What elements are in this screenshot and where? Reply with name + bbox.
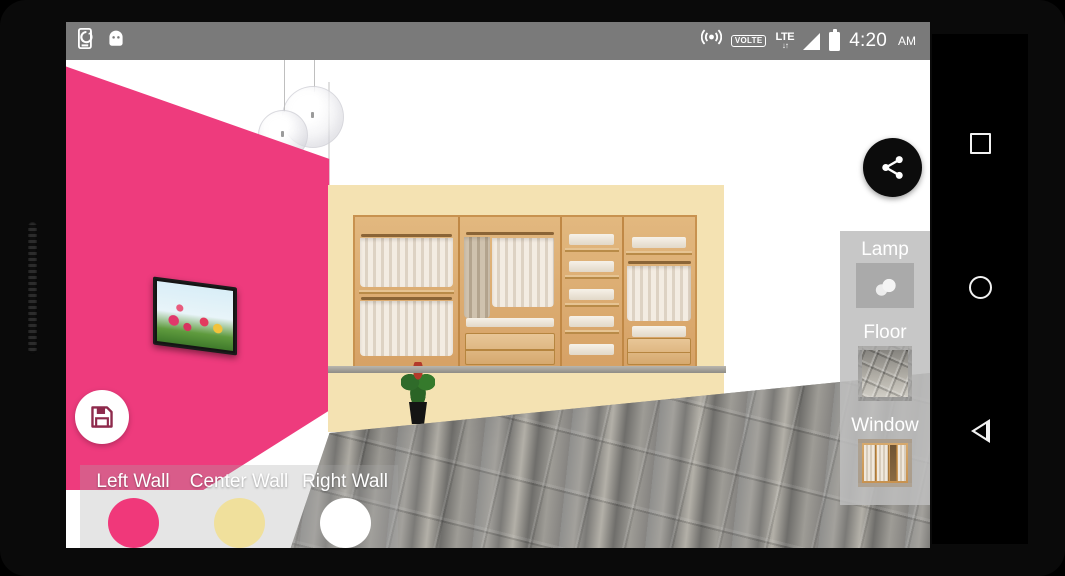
wall-option-label: Center Wall <box>189 471 289 492</box>
android-nav-bar <box>932 34 1028 544</box>
lte-icon: LTE ↓↑ <box>775 31 795 50</box>
wall-color-swatch[interactable] <box>319 498 371 548</box>
status-bar-right-icons: VOLTE LTE ↓↑ 4:20 AM <box>700 28 916 54</box>
pendant-lamp-cord <box>284 60 286 112</box>
wall-option-right[interactable]: Right Wall <box>292 465 398 548</box>
tv-screen-image <box>157 280 233 352</box>
phone-screen: VOLTE LTE ↓↑ 4:20 AM Lamp Floor Window L… <box>66 22 930 548</box>
floor-baseboard <box>328 366 726 373</box>
device-frame: VOLTE LTE ↓↑ 4:20 AM Lamp Floor Window L… <box>0 0 1065 576</box>
status-bar-left-icons <box>77 27 125 54</box>
plant-pot <box>409 402 427 424</box>
volte-icon: VOLTE <box>730 35 767 47</box>
wall-color-swatch[interactable] <box>213 498 265 548</box>
android-head-icon <box>107 30 125 52</box>
lamp-thumbnail[interactable] <box>856 263 914 308</box>
wall-option-label: Right Wall <box>302 471 388 492</box>
circle-icon <box>968 275 992 299</box>
tv-on-wall[interactable] <box>153 276 237 356</box>
home-button[interactable] <box>963 270 997 304</box>
center-wall-surface[interactable] <box>328 185 724 432</box>
wall-color-swatch[interactable] <box>107 498 159 548</box>
status-bar-ampm: AM <box>898 34 916 48</box>
wardrobe-image[interactable] <box>353 215 697 372</box>
signal-icon <box>803 32 821 50</box>
room-preview[interactable]: Lamp Floor Window Left Wall Center Wall … <box>66 60 930 548</box>
panel-item-label: Window <box>851 415 919 436</box>
floor-thumbnail[interactable] <box>858 346 912 401</box>
panel-item-label: Lamp <box>861 239 909 260</box>
share-button[interactable] <box>863 138 922 197</box>
status-bar-clock: 4:20 <box>849 30 887 51</box>
wardrobe-section <box>562 217 624 370</box>
status-bar: VOLTE LTE ↓↑ 4:20 AM <box>66 22 930 60</box>
wall-option-label: Left Wall <box>96 471 170 492</box>
hotspot-icon <box>700 28 723 54</box>
share-icon <box>882 156 903 179</box>
triangle-back-icon <box>970 419 990 443</box>
panel-item-lamp[interactable]: Lamp <box>840 237 930 318</box>
object-panel: Lamp Floor Window <box>840 231 930 505</box>
speaker-grille <box>28 222 37 354</box>
wardrobe-section <box>355 217 461 370</box>
battery-icon <box>829 29 841 51</box>
phone-sync-icon <box>77 27 95 54</box>
recents-button[interactable] <box>963 126 997 160</box>
back-button[interactable] <box>963 414 997 448</box>
panel-item-floor[interactable]: Floor <box>840 320 930 411</box>
wardrobe-section <box>460 217 563 370</box>
save-icon <box>91 406 113 428</box>
panel-item-label: Floor <box>863 322 907 343</box>
wall-option-center[interactable]: Center Wall <box>186 465 292 548</box>
wall-selector-bar: Left Wall Center Wall Right Wall <box>66 465 930 548</box>
square-icon <box>969 132 991 154</box>
wall-option-left[interactable]: Left Wall <box>80 465 186 548</box>
save-button[interactable] <box>75 390 129 444</box>
wardrobe-section <box>623 217 695 370</box>
